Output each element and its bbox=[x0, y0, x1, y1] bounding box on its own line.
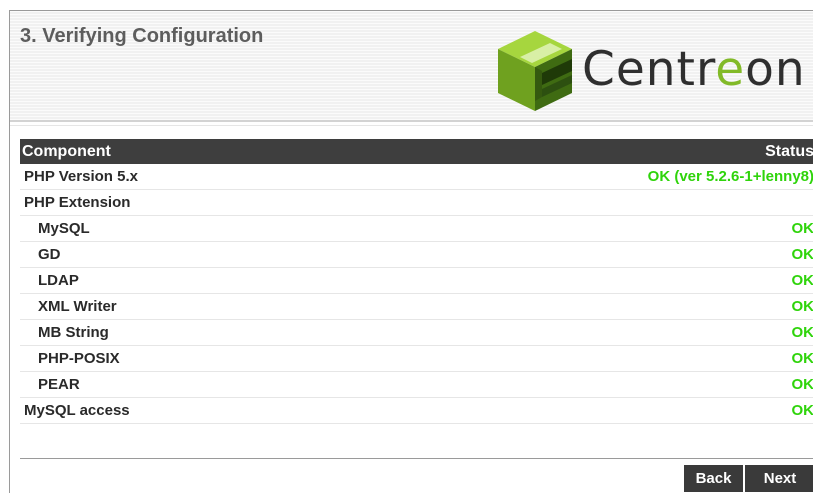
table-spacer bbox=[20, 424, 813, 461]
table-header: Component Status bbox=[20, 139, 813, 164]
column-header-status: Status bbox=[765, 142, 813, 160]
component-name: MB String bbox=[38, 324, 109, 341]
cube-logo-icon bbox=[498, 31, 572, 111]
centreon-logo: Centreon bbox=[490, 27, 813, 117]
column-header-component: Component bbox=[22, 142, 111, 160]
back-button[interactable]: Back bbox=[684, 465, 743, 492]
table-row: PHP Version 5.x OK (ver 5.2.6-1+lenny8) bbox=[20, 164, 813, 190]
component-name: PHP Extension bbox=[24, 194, 131, 211]
table-row: PHP-POSIX OK bbox=[20, 346, 813, 372]
configuration-table: Component Status PHP Version 5.x OK (ver… bbox=[20, 139, 813, 461]
header: 3. Verifying Configuration Centreon bbox=[10, 11, 813, 120]
component-name: PEAR bbox=[38, 376, 80, 393]
component-status: OK bbox=[791, 402, 813, 419]
table-row: MySQL OK bbox=[20, 216, 813, 242]
table-row: GD OK bbox=[20, 242, 813, 268]
component-status: OK bbox=[791, 298, 813, 315]
next-button[interactable]: Next bbox=[745, 465, 813, 492]
component-status: OK bbox=[791, 376, 813, 393]
table-row: PHP Extension bbox=[20, 190, 813, 216]
wizard-navigation: Back Next bbox=[684, 465, 813, 492]
component-status: OK bbox=[791, 350, 813, 367]
table-row: PEAR OK bbox=[20, 372, 813, 398]
table-row: MySQL access OK bbox=[20, 398, 813, 424]
installer-window: 3. Verifying Configuration Centreon Comp… bbox=[9, 10, 813, 493]
table-row: LDAP OK bbox=[20, 268, 813, 294]
component-status: OK (ver 5.2.6-1+lenny8) bbox=[647, 168, 813, 185]
component-status: OK bbox=[791, 324, 813, 341]
component-name: LDAP bbox=[38, 272, 79, 289]
component-status: OK bbox=[791, 220, 813, 237]
component-name: MySQL bbox=[38, 220, 90, 237]
table-row: XML Writer OK bbox=[20, 294, 813, 320]
logo-wordmark: Centreon bbox=[582, 42, 806, 97]
header-divider-secondary bbox=[10, 125, 813, 126]
page-title: 3. Verifying Configuration bbox=[20, 25, 264, 47]
component-name: MySQL access bbox=[24, 402, 130, 419]
component-name: GD bbox=[38, 246, 61, 263]
component-status: OK bbox=[791, 272, 813, 289]
component-status: OK bbox=[791, 246, 813, 263]
header-divider bbox=[10, 120, 813, 122]
component-name: XML Writer bbox=[38, 298, 117, 315]
component-name: PHP Version 5.x bbox=[24, 168, 138, 185]
table-row: MB String OK bbox=[20, 320, 813, 346]
component-name: PHP-POSIX bbox=[38, 350, 120, 367]
footer-divider bbox=[20, 458, 813, 459]
